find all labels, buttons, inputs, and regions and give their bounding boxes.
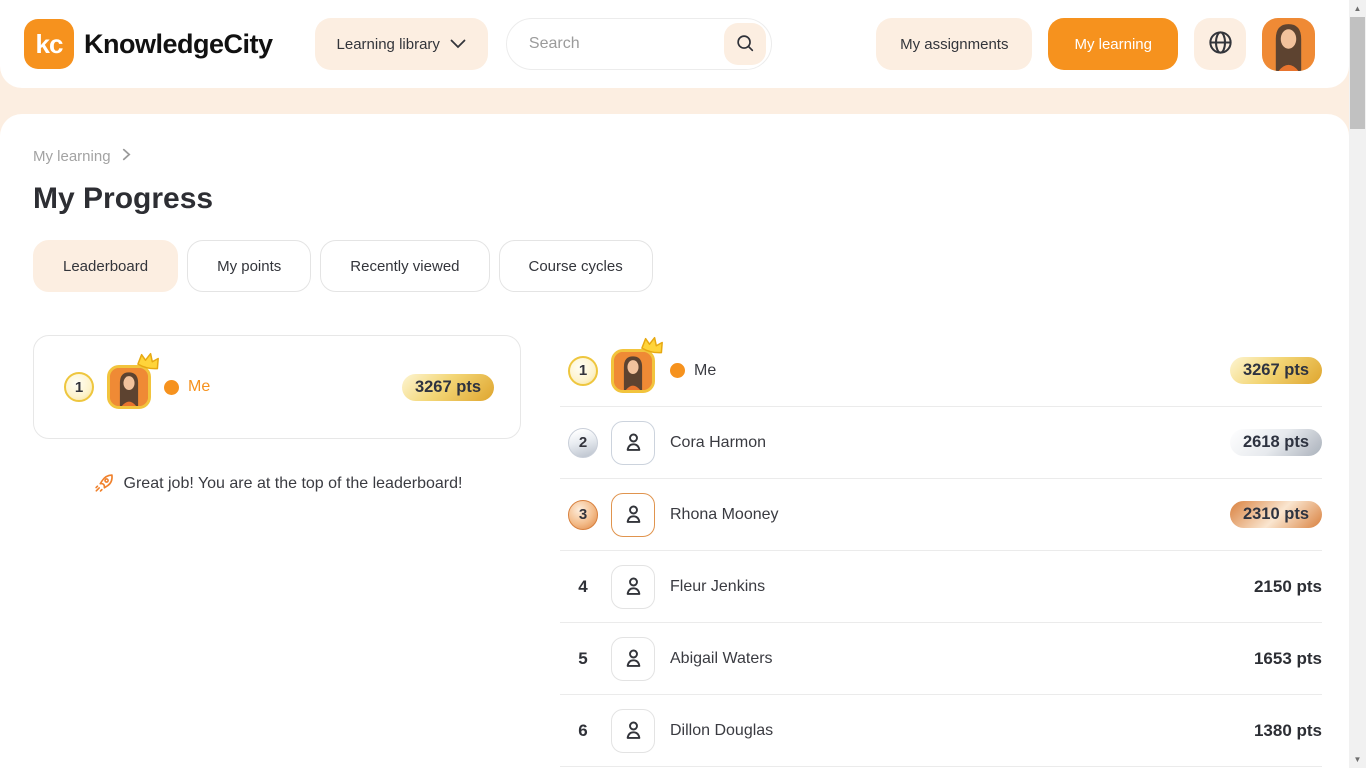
chevron-right-icon xyxy=(122,148,131,165)
logo-wordmark: KnowledgeCity xyxy=(84,29,273,60)
my-avatar xyxy=(107,365,151,409)
rank-number: 4 xyxy=(568,577,598,597)
logo-kc-icon: kc xyxy=(24,19,74,69)
person-icon xyxy=(620,645,647,672)
user-name: Me xyxy=(670,362,716,380)
user-name: Fleur Jenkins xyxy=(670,578,765,596)
rank-badge: 3 xyxy=(568,500,598,530)
my-learning-label: My learning xyxy=(1074,36,1152,53)
rank-slot: 3 xyxy=(568,500,598,530)
search-button[interactable] xyxy=(724,23,766,65)
leaderboard-content: 1 xyxy=(33,335,1322,767)
avatar-placeholder xyxy=(611,565,655,609)
scrollbar-down-arrow[interactable]: ▼ xyxy=(1349,751,1366,768)
leaderboard-list: 1 xyxy=(560,335,1322,767)
my-assignments-button[interactable]: My assignments xyxy=(876,18,1032,70)
rank-badge: 2 xyxy=(568,428,598,458)
profile-avatar[interactable] xyxy=(1262,18,1315,71)
leaderboard-row: 1 xyxy=(560,335,1322,407)
scrollbar-thumb[interactable] xyxy=(1350,17,1365,129)
user-name: Me xyxy=(188,378,210,396)
rank-slot: 4 xyxy=(568,577,598,597)
avatar-placeholder xyxy=(611,421,655,465)
leaderboard-row: 2 Cora Harmon 2618 pts xyxy=(560,407,1322,479)
tab-my-points[interactable]: My points xyxy=(187,240,311,292)
person-icon xyxy=(620,573,647,600)
rank-number: 6 xyxy=(568,721,598,741)
points-badge: 2618 pts xyxy=(1230,429,1322,456)
leaderboard-row: 4 Fleur Jenkins 2150 pts xyxy=(560,551,1322,623)
person-icon xyxy=(620,501,647,528)
points-badge: 2310 pts xyxy=(1230,501,1322,528)
learning-library-dropdown[interactable]: Learning library xyxy=(315,18,488,70)
rank-slot: 2 xyxy=(568,428,598,458)
rocket-icon xyxy=(92,472,115,495)
language-button[interactable] xyxy=(1194,18,1246,70)
globe-icon xyxy=(1207,29,1234,59)
avatar xyxy=(611,349,655,393)
leaderboard-row: 3 Rhona Mooney 2310 pts xyxy=(560,479,1322,551)
breadcrumb-my-learning[interactable]: My learning xyxy=(33,148,111,165)
user-name-text: Me xyxy=(694,362,716,380)
learning-library-label: Learning library xyxy=(337,36,440,53)
points-badge: 3267 pts xyxy=(1230,357,1322,384)
rank-slot: 6 xyxy=(568,721,598,741)
scrollbar-up-arrow[interactable]: ▲ xyxy=(1349,0,1366,17)
avatar-placeholder xyxy=(611,493,655,537)
my-rank-column: 1 xyxy=(33,335,521,767)
chevron-down-icon xyxy=(450,36,466,53)
breadcrumb: My learning xyxy=(33,148,1322,165)
dot-icon xyxy=(670,363,685,378)
rank-number: 5 xyxy=(568,649,598,669)
main-panel: My learning My Progress Leaderboard My p… xyxy=(0,114,1349,768)
search-bar xyxy=(506,18,772,70)
congrats-message: Great job! You are at the top of the lea… xyxy=(33,472,521,495)
my-rank-card: 1 xyxy=(33,335,521,439)
user-name: Rhona Mooney xyxy=(670,506,779,524)
points-value: 1380 pts xyxy=(1254,721,1322,741)
tab-course-cycles[interactable]: Course cycles xyxy=(499,240,653,292)
dot-icon xyxy=(164,380,179,395)
points-value: 1653 pts xyxy=(1254,649,1322,669)
tab-leaderboard[interactable]: Leaderboard xyxy=(33,240,178,292)
person-icon xyxy=(620,717,647,744)
knowledgecity-logo[interactable]: kc KnowledgeCity xyxy=(24,19,273,69)
avatar-image xyxy=(107,365,151,409)
rank-badge: 1 xyxy=(64,372,94,402)
my-learning-button[interactable]: My learning xyxy=(1048,18,1178,70)
avatar-image xyxy=(1262,18,1315,71)
tabs-bar: Leaderboard My points Recently viewed Co… xyxy=(33,240,1322,292)
search-input[interactable] xyxy=(529,35,724,53)
user-name: Dillon Douglas xyxy=(670,722,773,740)
avatar-placeholder xyxy=(611,637,655,681)
person-icon xyxy=(620,429,647,456)
app-root: kc KnowledgeCity Learning library My ass… xyxy=(0,0,1349,768)
scrollbar[interactable]: ▲ ▼ xyxy=(1349,0,1366,768)
tab-recently-viewed[interactable]: Recently viewed xyxy=(320,240,489,292)
page-title: My Progress xyxy=(33,182,1322,216)
search-icon xyxy=(734,32,756,57)
my-assignments-label: My assignments xyxy=(900,36,1008,53)
rank-slot: 5 xyxy=(568,649,598,669)
congrats-text: Great job! You are at the top of the lea… xyxy=(124,475,463,493)
leaderboard-row: 5 Abigail Waters 1653 pts xyxy=(560,623,1322,695)
points-value: 2150 pts xyxy=(1254,577,1322,597)
avatar-image xyxy=(611,349,655,393)
top-navbar: kc KnowledgeCity Learning library My ass… xyxy=(0,0,1349,88)
points-badge: 3267 pts xyxy=(402,374,494,401)
leaderboard-row: 6 Dillon Douglas 1380 pts xyxy=(560,695,1322,767)
rank-badge: 1 xyxy=(568,356,598,386)
user-name: Abigail Waters xyxy=(670,650,773,668)
user-name: Cora Harmon xyxy=(670,434,766,452)
rank-slot: 1 xyxy=(568,356,598,386)
header-actions: My assignments My learning xyxy=(876,18,1315,71)
avatar-placeholder xyxy=(611,709,655,753)
